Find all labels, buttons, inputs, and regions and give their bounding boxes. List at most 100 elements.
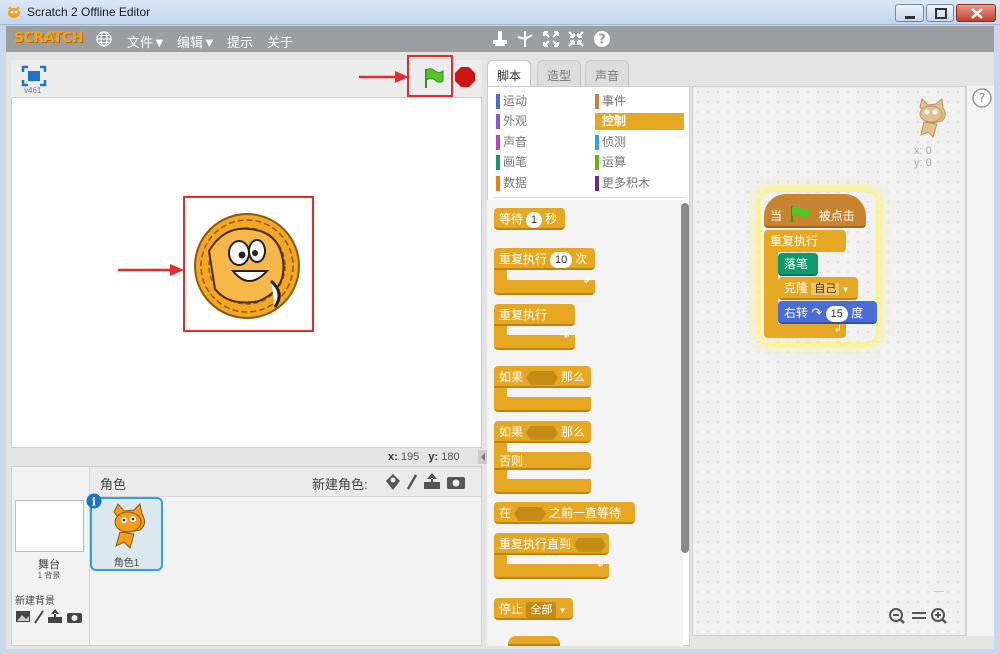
tab-costumes[interactable]: 造型 — [537, 60, 582, 86]
new-sprite-label: 新建角色: — [312, 477, 368, 492]
right-gutter — [966, 86, 994, 636]
category-events[interactable]: 事件 — [595, 93, 684, 110]
sprite-pane: 舞台 1 背景 新建背景 角色 新建角色: i 角色1 — [11, 466, 482, 646]
block-hat-partial[interactable] — [508, 636, 560, 646]
if-else-footer — [494, 479, 591, 494]
category-pen[interactable]: 画笔 — [496, 154, 581, 171]
block-forever[interactable]: 重复执行 — [494, 304, 575, 326]
forever-arm — [764, 252, 778, 324]
maximize-icon — [935, 8, 947, 19]
block-repeat[interactable]: 重复执行 10 次 — [494, 248, 595, 270]
category-more-blocks[interactable]: 更多积木 — [595, 175, 684, 192]
palette-divider — [494, 197, 684, 198]
sprite-highlight-box — [183, 196, 314, 332]
new-sprite-tools — [386, 473, 465, 490]
tab-sounds[interactable]: 声音 — [585, 60, 630, 86]
loop-arrow-icon: ↲ — [562, 330, 571, 341]
zoom-in-icon — [931, 608, 947, 624]
stop-sign-icon[interactable] — [454, 66, 476, 88]
sprites-title: 角色 — [100, 477, 127, 492]
menu-file[interactable]: 文件▼ — [127, 32, 166, 51]
block-wait[interactable]: 等待 1 秒 — [494, 208, 565, 230]
delete-scissors-icon[interactable] — [516, 30, 534, 48]
category-data[interactable]: 数据 — [496, 175, 581, 192]
menu-about[interactable]: 关于 — [267, 32, 293, 51]
script-pen-down[interactable]: 落笔 — [778, 253, 818, 276]
backdrop-count: 1 背景 — [37, 571, 61, 580]
backdrop-tools — [16, 609, 82, 624]
draw-backdrop-icon — [34, 610, 44, 624]
forever-arm — [494, 326, 507, 335]
repeat-until-arm — [494, 555, 507, 564]
repeat-footer: ↲ — [494, 275, 595, 295]
scratch-cat-icon — [8, 6, 20, 18]
presentation-mode-icon[interactable] — [21, 65, 47, 87]
duplicate-stamp-icon[interactable] — [492, 30, 508, 48]
script-create-clone[interactable]: 克隆 自己 ▼ — [778, 277, 858, 300]
close-button[interactable] — [956, 4, 996, 22]
category-control[interactable]: 控制 — [595, 113, 684, 130]
upload-backdrop-icon — [48, 609, 62, 623]
help-question-icon[interactable]: ? — [593, 30, 611, 48]
category-looks[interactable]: 外观 — [496, 113, 581, 130]
forever-footer: ↲ — [764, 324, 846, 338]
repeat-arm — [494, 270, 507, 280]
category-motion[interactable]: 运动 — [496, 93, 581, 110]
tab-scripts[interactable]: 脚本 — [487, 60, 532, 87]
paint-sprite-icon — [406, 474, 418, 490]
annotation-arrow-icon — [118, 264, 184, 276]
category-operators[interactable]: 运算 — [595, 154, 684, 171]
category-sound[interactable]: 声音 — [496, 134, 581, 151]
script-forever[interactable]: 重复执行 — [764, 230, 846, 252]
svg-text:i: i — [92, 496, 96, 509]
svg-text:?: ? — [979, 91, 985, 105]
sprite-header: 角色 新建角色: — [90, 467, 481, 497]
block-if-else[interactable]: 如果 那么 — [494, 421, 591, 443]
zoom-reset-icon — [912, 612, 926, 619]
stage-thumbnail[interactable] — [15, 500, 84, 552]
minimize-button[interactable] — [895, 4, 924, 22]
loop-arrow-icon: ↲ — [582, 275, 591, 286]
block-if[interactable]: 如果 那么 — [494, 366, 591, 388]
new-backdrop-label: 新建背景 — [15, 596, 55, 607]
scratch-logo[interactable]: SCRATCH — [14, 30, 83, 46]
turn-clockwise-icon: ↷ — [811, 305, 823, 320]
palette-scrollbar[interactable] — [681, 203, 689, 553]
if-footer — [494, 397, 591, 412]
help-tips-icon[interactable]: ? — [970, 86, 994, 110]
category-sensing[interactable]: 侦测 — [595, 134, 684, 151]
menu-edit[interactable]: 编辑▼ — [177, 32, 216, 51]
sprite-thumbnail[interactable]: i 角色1 — [86, 493, 163, 571]
forever-footer: ↲ — [494, 330, 575, 350]
flag-highlight-box — [407, 55, 453, 97]
block-stop[interactable]: 停止 全部 ▼ — [494, 598, 573, 620]
sprite-name: 角色1 — [113, 558, 140, 569]
script-turn-right[interactable]: 右转 ↷ 15 度 — [778, 301, 877, 324]
block-repeat-until[interactable]: 重复执行直到 — [494, 533, 609, 555]
script-hat-when-flag-clicked[interactable]: 当 被点击 — [764, 194, 866, 228]
shrink-icon[interactable] — [567, 30, 585, 48]
minimize-icon — [905, 16, 915, 19]
camera-sprite-icon — [447, 477, 465, 489]
scripts-scrollbar[interactable] — [934, 591, 944, 597]
close-icon — [971, 8, 983, 19]
paint-backdrop-icon — [16, 611, 30, 622]
current-sprite-cat-icon — [919, 98, 946, 138]
zoom-controls — [889, 608, 947, 624]
block-wait-until[interactable]: 在之前一直等待 — [494, 502, 635, 524]
grow-icon[interactable] — [542, 30, 560, 48]
cat-sprite-icon — [113, 502, 146, 549]
svg-text:?: ? — [598, 33, 606, 48]
language-globe-icon[interactable] — [96, 31, 112, 47]
info-icon[interactable]: i — [86, 493, 102, 509]
if-else-arm-1 — [494, 443, 507, 452]
if-else-arm-2 — [494, 470, 507, 479]
menu-tips[interactable]: 提示 — [227, 32, 253, 51]
annotation-arrow-icon — [359, 71, 409, 83]
stage-column: 舞台 1 背景 新建背景 — [12, 467, 90, 645]
version-label: v461 — [24, 86, 42, 95]
window-title: Scratch 2 Offline Editor — [27, 5, 151, 19]
maximize-button[interactable] — [926, 4, 954, 22]
sprite-position: x: 0 y: 0 — [914, 145, 932, 169]
else-label: 否则 — [494, 452, 591, 470]
